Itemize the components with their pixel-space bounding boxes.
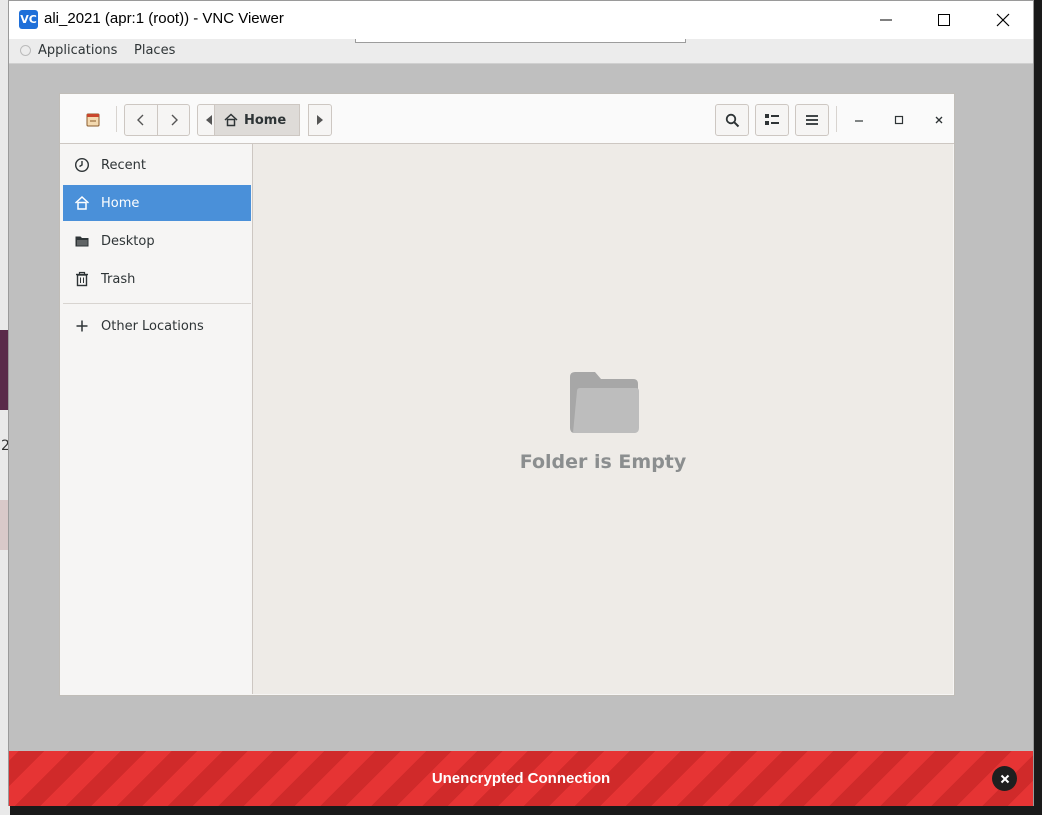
vnc-viewer-window: VC ali_2021 (apr:1 (root)) - VNC Viewer … [8, 0, 1034, 806]
separator [116, 106, 117, 132]
triangle-right-icon [317, 115, 323, 125]
file-view[interactable]: Folder is Empty [253, 144, 953, 694]
path-scroll-right-button[interactable] [308, 104, 332, 136]
hidden-panel-edge [355, 39, 686, 43]
chevron-right-icon [171, 114, 178, 126]
clock-icon [74, 157, 90, 173]
minimize-icon [880, 19, 892, 21]
chevron-left-icon [137, 114, 144, 126]
hamburger-icon [806, 115, 818, 125]
sidebar-item-recent[interactable]: Recent [63, 147, 251, 183]
window-close-button[interactable] [927, 108, 951, 132]
maximize-button[interactable] [915, 1, 973, 39]
search-icon [725, 113, 739, 127]
sidebar-item-other-locations[interactable]: Other Locations [63, 308, 251, 344]
sidebar-item-home[interactable]: Home [63, 185, 251, 221]
forward-button[interactable] [157, 104, 190, 136]
places-sidebar: Recent Home Desktop Trash Other Location… [63, 144, 253, 694]
file-manager-headerbar: Home [60, 94, 954, 144]
home-icon [224, 113, 238, 127]
sidebar-item-label: Recent [101, 157, 146, 173]
plus-icon [76, 320, 88, 332]
unencrypted-connection-banner: Unencrypted Connection [9, 751, 1033, 806]
minimize-icon [855, 120, 863, 122]
maximize-icon [894, 115, 904, 125]
empty-folder-label: Folder is Empty [519, 451, 687, 473]
folder-icon [75, 236, 89, 247]
file-manager-window: Home Recent Home Desktop Trash Other Loc… [59, 93, 955, 696]
maximize-icon [938, 14, 950, 26]
close-button[interactable] [974, 1, 1032, 39]
sidebar-item-label: Other Locations [101, 318, 204, 334]
window-title: ali_2021 (apr:1 (root)) - VNC Viewer [44, 10, 284, 27]
vnc-logo-icon: VC [19, 10, 38, 29]
view-toggle-button[interactable] [755, 104, 789, 136]
search-button[interactable] [715, 104, 749, 136]
list-view-icon [765, 114, 779, 125]
separator [836, 106, 837, 132]
close-icon [935, 116, 943, 124]
window-minimize-button[interactable] [847, 108, 871, 132]
banner-label: Unencrypted Connection [431, 770, 611, 787]
menu-places[interactable]: Places [134, 43, 175, 58]
app-menu-button[interactable] [77, 104, 109, 136]
trash-icon [76, 271, 88, 287]
file-cabinet-icon [86, 113, 100, 127]
banner-close-button[interactable] [992, 766, 1017, 791]
window-maximize-button[interactable] [887, 108, 911, 132]
activities-icon[interactable] [20, 45, 31, 56]
path-label: Home [244, 112, 287, 128]
menu-applications[interactable]: Applications [38, 43, 117, 58]
sidebar-item-trash[interactable]: Trash [63, 261, 251, 297]
minimize-button[interactable] [857, 1, 915, 39]
sidebar-item-label: Trash [101, 271, 136, 287]
close-icon [996, 13, 1010, 27]
triangle-left-icon [206, 115, 212, 125]
sidebar-item-label: Desktop [101, 233, 155, 249]
vnc-titlebar[interactable]: VC ali_2021 (apr:1 (root)) - VNC Viewer [9, 1, 1033, 39]
back-button[interactable] [124, 104, 158, 136]
sidebar-item-desktop[interactable]: Desktop [63, 223, 251, 259]
path-bar-home[interactable]: Home [214, 104, 300, 136]
menu-button[interactable] [795, 104, 829, 136]
sidebar-item-label: Home [101, 195, 140, 211]
sidebar-separator [63, 303, 251, 304]
folder-icon [570, 372, 639, 433]
close-icon [1000, 774, 1009, 783]
home-icon [74, 195, 90, 210]
